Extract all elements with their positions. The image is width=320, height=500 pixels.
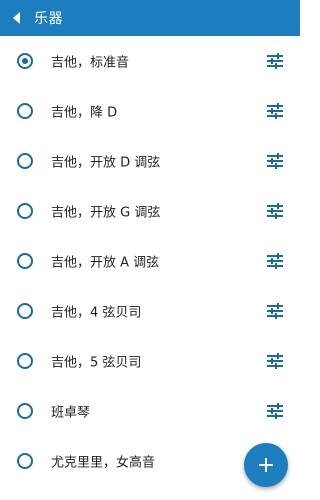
instrument-radio-button[interactable]	[17, 103, 33, 119]
tune-settings-button[interactable]	[266, 52, 284, 70]
tune-icon	[267, 403, 283, 419]
tune-settings-button[interactable]	[266, 102, 284, 120]
tune-icon	[267, 103, 283, 119]
instrument-radio-button[interactable]	[17, 53, 33, 69]
tune-icon	[267, 303, 283, 319]
instrument-radio-button[interactable]	[17, 303, 33, 319]
tune-icon	[267, 203, 283, 219]
tune-settings-button[interactable]	[266, 152, 284, 170]
tune-settings-button[interactable]	[266, 252, 284, 270]
instrument-radio-button[interactable]	[17, 403, 33, 419]
instrument-radio-button[interactable]	[17, 353, 33, 369]
instrument-label: 吉他，标准音	[51, 55, 130, 71]
tune-settings-button[interactable]	[266, 402, 284, 420]
page-title: 乐器	[34, 11, 63, 27]
instrument-row[interactable]: 班卓琴	[0, 386, 300, 436]
tune-icon	[267, 353, 283, 369]
tune-settings-button[interactable]	[266, 202, 284, 220]
instrument-label: 吉他，开放 D 调弦	[51, 155, 161, 171]
back-arrow-icon	[13, 12, 20, 24]
instrument-radio-button[interactable]	[17, 253, 33, 269]
instrument-label: 吉他，4 弦贝司	[51, 305, 142, 321]
plus-icon	[259, 458, 273, 472]
tune-icon	[267, 153, 283, 169]
instrument-label: 班卓琴	[51, 405, 91, 421]
instrument-radio-button[interactable]	[17, 203, 33, 219]
instrument-label: 吉他，降 D	[51, 105, 118, 121]
instrument-row[interactable]: 吉他，降 D	[0, 86, 300, 136]
app-bar: 乐器	[0, 0, 300, 36]
instrument-label: 吉他，开放 A 调弦	[51, 255, 160, 271]
instrument-radio-button[interactable]	[17, 153, 33, 169]
instrument-row[interactable]: 吉他，5 弦贝司	[0, 336, 300, 386]
instrument-row[interactable]: 吉他，标准音	[0, 36, 300, 86]
radio-selected-dot	[22, 58, 28, 64]
instrument-radio-button[interactable]	[17, 453, 33, 469]
instrument-list: 吉他，标准音 吉他，降 D 吉他，开放 D 调弦 吉他，开放 G 调弦 吉他，开放 A …	[0, 36, 300, 486]
tune-settings-button[interactable]	[266, 302, 284, 320]
instrument-row[interactable]: 吉他，开放 D 调弦	[0, 136, 300, 186]
tune-settings-button[interactable]	[266, 352, 284, 370]
instrument-row[interactable]: 吉他，开放 G 调弦	[0, 186, 300, 236]
instrument-label: 吉他，5 弦贝司	[51, 355, 142, 371]
instrument-label: 吉他，开放 G 调弦	[51, 205, 161, 221]
add-instrument-button[interactable]	[244, 443, 288, 487]
back-button[interactable]	[0, 0, 34, 36]
tune-icon	[267, 53, 283, 69]
tune-icon	[267, 253, 283, 269]
instrument-label: 尤克里里，女高音	[51, 455, 156, 471]
instrument-row[interactable]: 吉他，4 弦贝司	[0, 286, 300, 336]
instrument-row[interactable]: 吉他，开放 A 调弦	[0, 236, 300, 286]
